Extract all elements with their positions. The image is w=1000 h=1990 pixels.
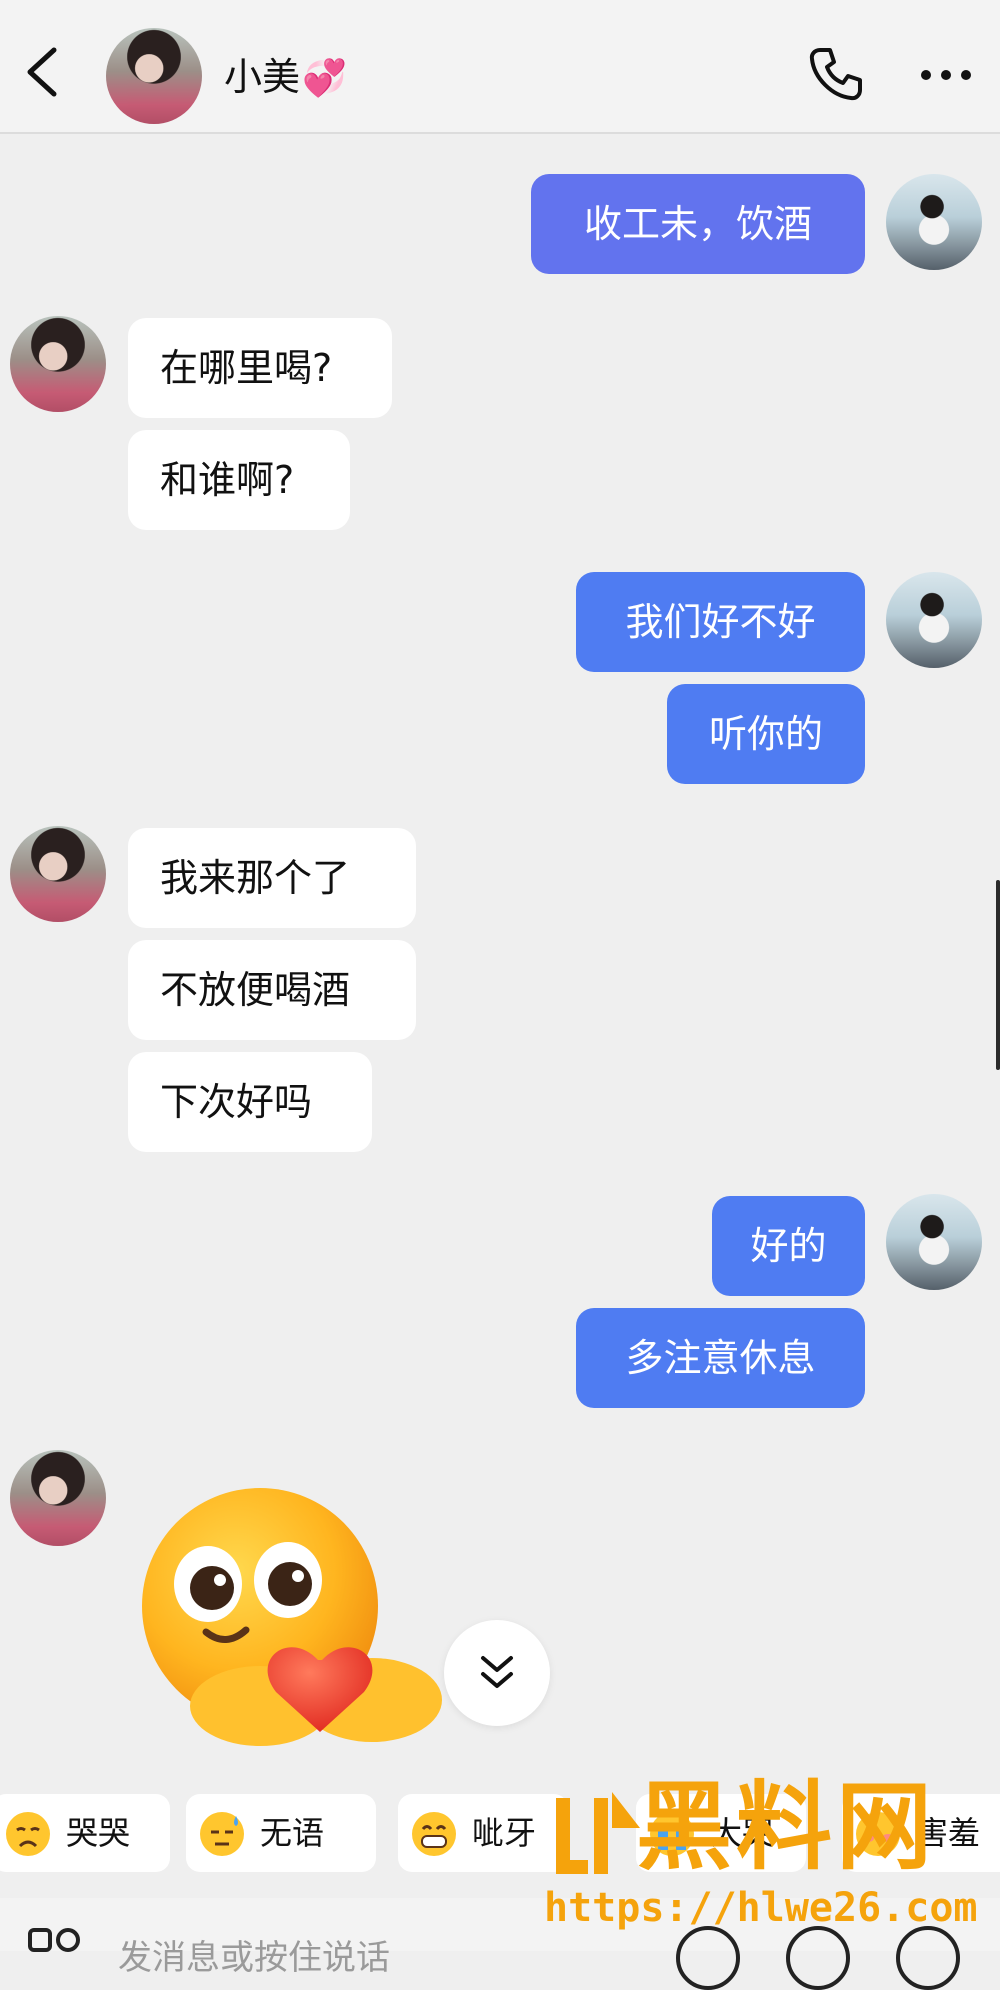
scroll-to-bottom-button[interactable]	[444, 1620, 550, 1726]
message-bubble-out[interactable]: 听你的	[667, 684, 865, 784]
watermark-title: 黑料网	[636, 1771, 936, 1883]
message-bubble-in[interactable]: 我来那个了	[128, 828, 416, 928]
my-avatar[interactable]	[886, 174, 982, 270]
contact-avatar-in-chat[interactable]	[10, 316, 106, 412]
message-bubble-in[interactable]: 和谁啊?	[128, 430, 350, 530]
crying-face-icon	[6, 1812, 50, 1856]
message-bubble-out[interactable]: 好的	[712, 1196, 865, 1296]
heart-emoji-icon: 💞	[302, 58, 347, 99]
contact-name-text: 小美	[224, 55, 301, 99]
quick-reply-label: 呲牙	[472, 1814, 537, 1852]
grin-face-icon	[412, 1812, 456, 1856]
scrollbar[interactable]	[996, 880, 1000, 1070]
emoji-panel-icon[interactable]	[786, 1926, 850, 1990]
my-avatar[interactable]	[886, 572, 982, 668]
message-bubble-out[interactable]: 多注意休息	[576, 1308, 865, 1408]
quick-reply-label: 哭哭	[66, 1814, 131, 1852]
my-avatar[interactable]	[886, 1194, 982, 1290]
double-chevron-down-icon	[481, 1656, 513, 1688]
add-more-icon[interactable]	[896, 1926, 960, 1990]
contact-avatar-in-chat[interactable]	[10, 826, 106, 922]
quick-reply-chip[interactable]: 无语	[186, 1794, 376, 1872]
contact-name[interactable]: 小美💞	[224, 54, 347, 102]
message-input[interactable]: 发消息或按住说话	[118, 1930, 390, 1979]
smiley-heart-sticker-icon	[142, 1488, 442, 1746]
voice-input-icon[interactable]	[676, 1926, 740, 1990]
message-bubble-in[interactable]: 下次好吗	[128, 1052, 372, 1152]
message-bubble-out[interactable]: 我们好不好	[576, 572, 865, 672]
message-bubble-in[interactable]: 不放便喝酒	[128, 940, 416, 1040]
watermark-url: https://hlwe26.com	[544, 1885, 978, 1931]
sticker-smiley-holding-heart[interactable]	[140, 1480, 450, 1750]
more-options-button[interactable]	[918, 60, 974, 90]
quick-reply-label: 无语	[260, 1814, 325, 1852]
quick-reply-chip[interactable]: 哭哭	[0, 1794, 170, 1872]
back-arrow-icon	[27, 47, 57, 97]
message-bubble-in[interactable]: 在哪里喝?	[128, 318, 392, 418]
message-bubble-out[interactable]: 收工未，饮酒	[531, 174, 865, 274]
contact-avatar[interactable]	[106, 28, 202, 124]
back-button[interactable]	[18, 42, 66, 102]
more-icon	[921, 70, 971, 80]
voice-call-button[interactable]	[806, 44, 866, 104]
watermark-logo-icon	[556, 1792, 640, 1874]
sweat-face-icon	[200, 1812, 244, 1856]
phone-icon	[809, 48, 862, 101]
chat-header: 小美💞	[0, 0, 1000, 134]
quick-reply-chip[interactable]: 呲牙	[398, 1794, 568, 1872]
apps-grid-icon[interactable]	[28, 1928, 84, 1968]
contact-avatar-in-chat[interactable]	[10, 1450, 106, 1546]
